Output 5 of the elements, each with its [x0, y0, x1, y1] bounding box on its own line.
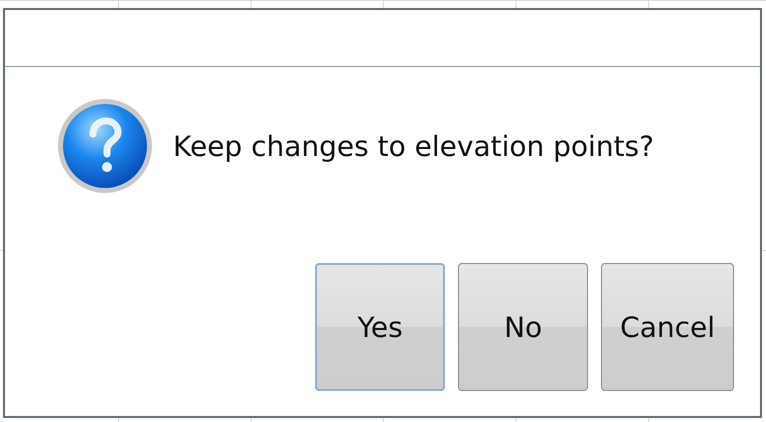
question-icon: [57, 98, 153, 194]
yes-button[interactable]: Yes: [315, 263, 446, 391]
dialog-message: Keep changes to elevation points?: [173, 130, 654, 162]
no-button[interactable]: No: [458, 263, 588, 391]
cancel-button[interactable]: Cancel: [601, 263, 734, 391]
